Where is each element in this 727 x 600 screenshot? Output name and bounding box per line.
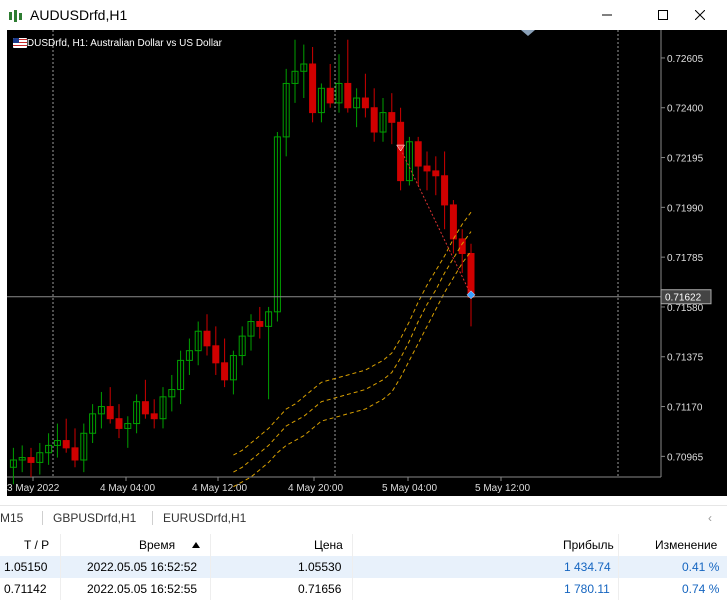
- candle-body: [71, 447, 79, 461]
- trades-table: T / P Время Цена Прибыль Изменение 1.051…: [0, 534, 727, 600]
- cell-price: 0.71656: [298, 582, 342, 596]
- candle-body: [370, 107, 378, 133]
- price-axis-label: 0.72400: [667, 104, 704, 115]
- candle-body: [423, 165, 431, 172]
- minimize-button[interactable]: [590, 0, 624, 30]
- candle-body: [27, 457, 35, 463]
- candle-body: [361, 97, 369, 109]
- tab-eurusd[interactable]: EURUSDrfd,H1: [163, 511, 246, 525]
- price-axis-label: 0.72195: [667, 154, 704, 165]
- current-price-label: 0.71622: [665, 293, 702, 304]
- candle-body: [141, 401, 149, 415]
- close-button[interactable]: [683, 0, 717, 30]
- price-axis-label: 0.71990: [667, 203, 704, 214]
- candle-body: [150, 413, 158, 420]
- tab-m15[interactable]: M15: [0, 511, 23, 525]
- header-price[interactable]: Цена: [314, 534, 343, 556]
- column-divider: [210, 534, 211, 600]
- price-axis-label: 0.70965: [667, 452, 704, 463]
- candle-body: [441, 175, 449, 206]
- candle-body: [212, 345, 220, 364]
- cell-profit: 1 780.11: [564, 582, 610, 596]
- candle-body: [388, 112, 396, 123]
- cell-price: 1.05530: [298, 560, 342, 574]
- chart-header: AUDUSDrfd, H1: Australian Dollar vs US D…: [13, 38, 222, 49]
- tab-separator: [152, 511, 153, 525]
- candle-body: [414, 141, 422, 167]
- candle-body: [221, 362, 229, 381]
- chart-canvas: 0.72605 0.72400 0.72195 0.71990 0.71785 0.715…: [7, 30, 712, 494]
- header-tp[interactable]: T / P: [24, 534, 49, 556]
- sort-ascending-icon: [192, 542, 200, 548]
- price-axis-label: 0.71375: [667, 353, 704, 364]
- candle-body: [62, 440, 70, 449]
- flag-us-icon: [13, 38, 27, 48]
- time-axis-label: 4 May 12:00: [192, 483, 247, 494]
- column-divider: [352, 534, 353, 600]
- maximize-button[interactable]: [646, 0, 680, 30]
- header-time[interactable]: Время: [139, 534, 175, 556]
- maximize-icon: [658, 10, 668, 20]
- candle-body: [203, 330, 211, 347]
- cell-tp: 1.05150: [4, 560, 48, 574]
- time-axis-label: 5 May 04:00: [382, 483, 437, 494]
- time-axis-label: 4 May 04:00: [100, 483, 155, 494]
- column-divider: [618, 534, 619, 600]
- candle-body: [256, 321, 264, 327]
- cell-time: 2022.05.05 16:52:52: [87, 560, 198, 574]
- chart-shift-marker: [521, 30, 535, 36]
- minimize-icon: [602, 14, 612, 16]
- candle-body: [344, 82, 352, 109]
- candle-body: [449, 204, 457, 240]
- column-divider: [60, 534, 61, 600]
- tab-gbpusd[interactable]: GBPUSDrfd,H1: [53, 511, 136, 525]
- close-icon: [695, 10, 705, 20]
- chart-symbol-label: AUDUSDrfd, H1: Australian Dollar vs US D…: [13, 38, 222, 49]
- header-change[interactable]: Изменение: [655, 534, 717, 556]
- cell-change: 0.74 %: [682, 582, 720, 596]
- tab-separator: [42, 511, 43, 525]
- tabs-scroll-icon[interactable]: ‹: [708, 511, 712, 525]
- price-axis-label: 0.71170: [667, 403, 703, 414]
- candle-body: [309, 63, 317, 114]
- header-profit[interactable]: Прибыль: [563, 534, 614, 556]
- app-icon: [9, 10, 22, 22]
- cell-time: 2022.05.05 16:52:55: [87, 582, 198, 596]
- candle-body: [106, 406, 114, 420]
- price-axis-label: 0.71580: [667, 303, 704, 314]
- title-bar: AUDUSDrfd,H1: [0, 0, 727, 30]
- price-chart[interactable]: 0.72605 0.72400 0.72195 0.71990 0.71785 0.715…: [7, 30, 727, 496]
- cell-tp: 0.71142: [4, 582, 47, 596]
- chart-tabs: M15 GBPUSDrfd,H1 EURUSDrfd,H1 ‹: [0, 505, 727, 530]
- price-axis-label: 0.72605: [667, 54, 704, 65]
- candle-body: [432, 170, 440, 177]
- time-axis-label: 4 May 20:00: [288, 483, 343, 494]
- window-title: AUDUSDrfd,H1: [30, 7, 128, 23]
- time-axis-label: 3 May 2022: [7, 483, 60, 494]
- time-axis-label: 5 May 12:00: [475, 483, 530, 494]
- price-axis-label: 0.71785: [667, 253, 704, 264]
- candle-body: [326, 87, 334, 104]
- cell-change: 0.41 %: [682, 560, 720, 574]
- candle-body: [458, 238, 466, 255]
- candle-body: [115, 418, 123, 429]
- cell-profit: 1 434.74: [564, 560, 611, 574]
